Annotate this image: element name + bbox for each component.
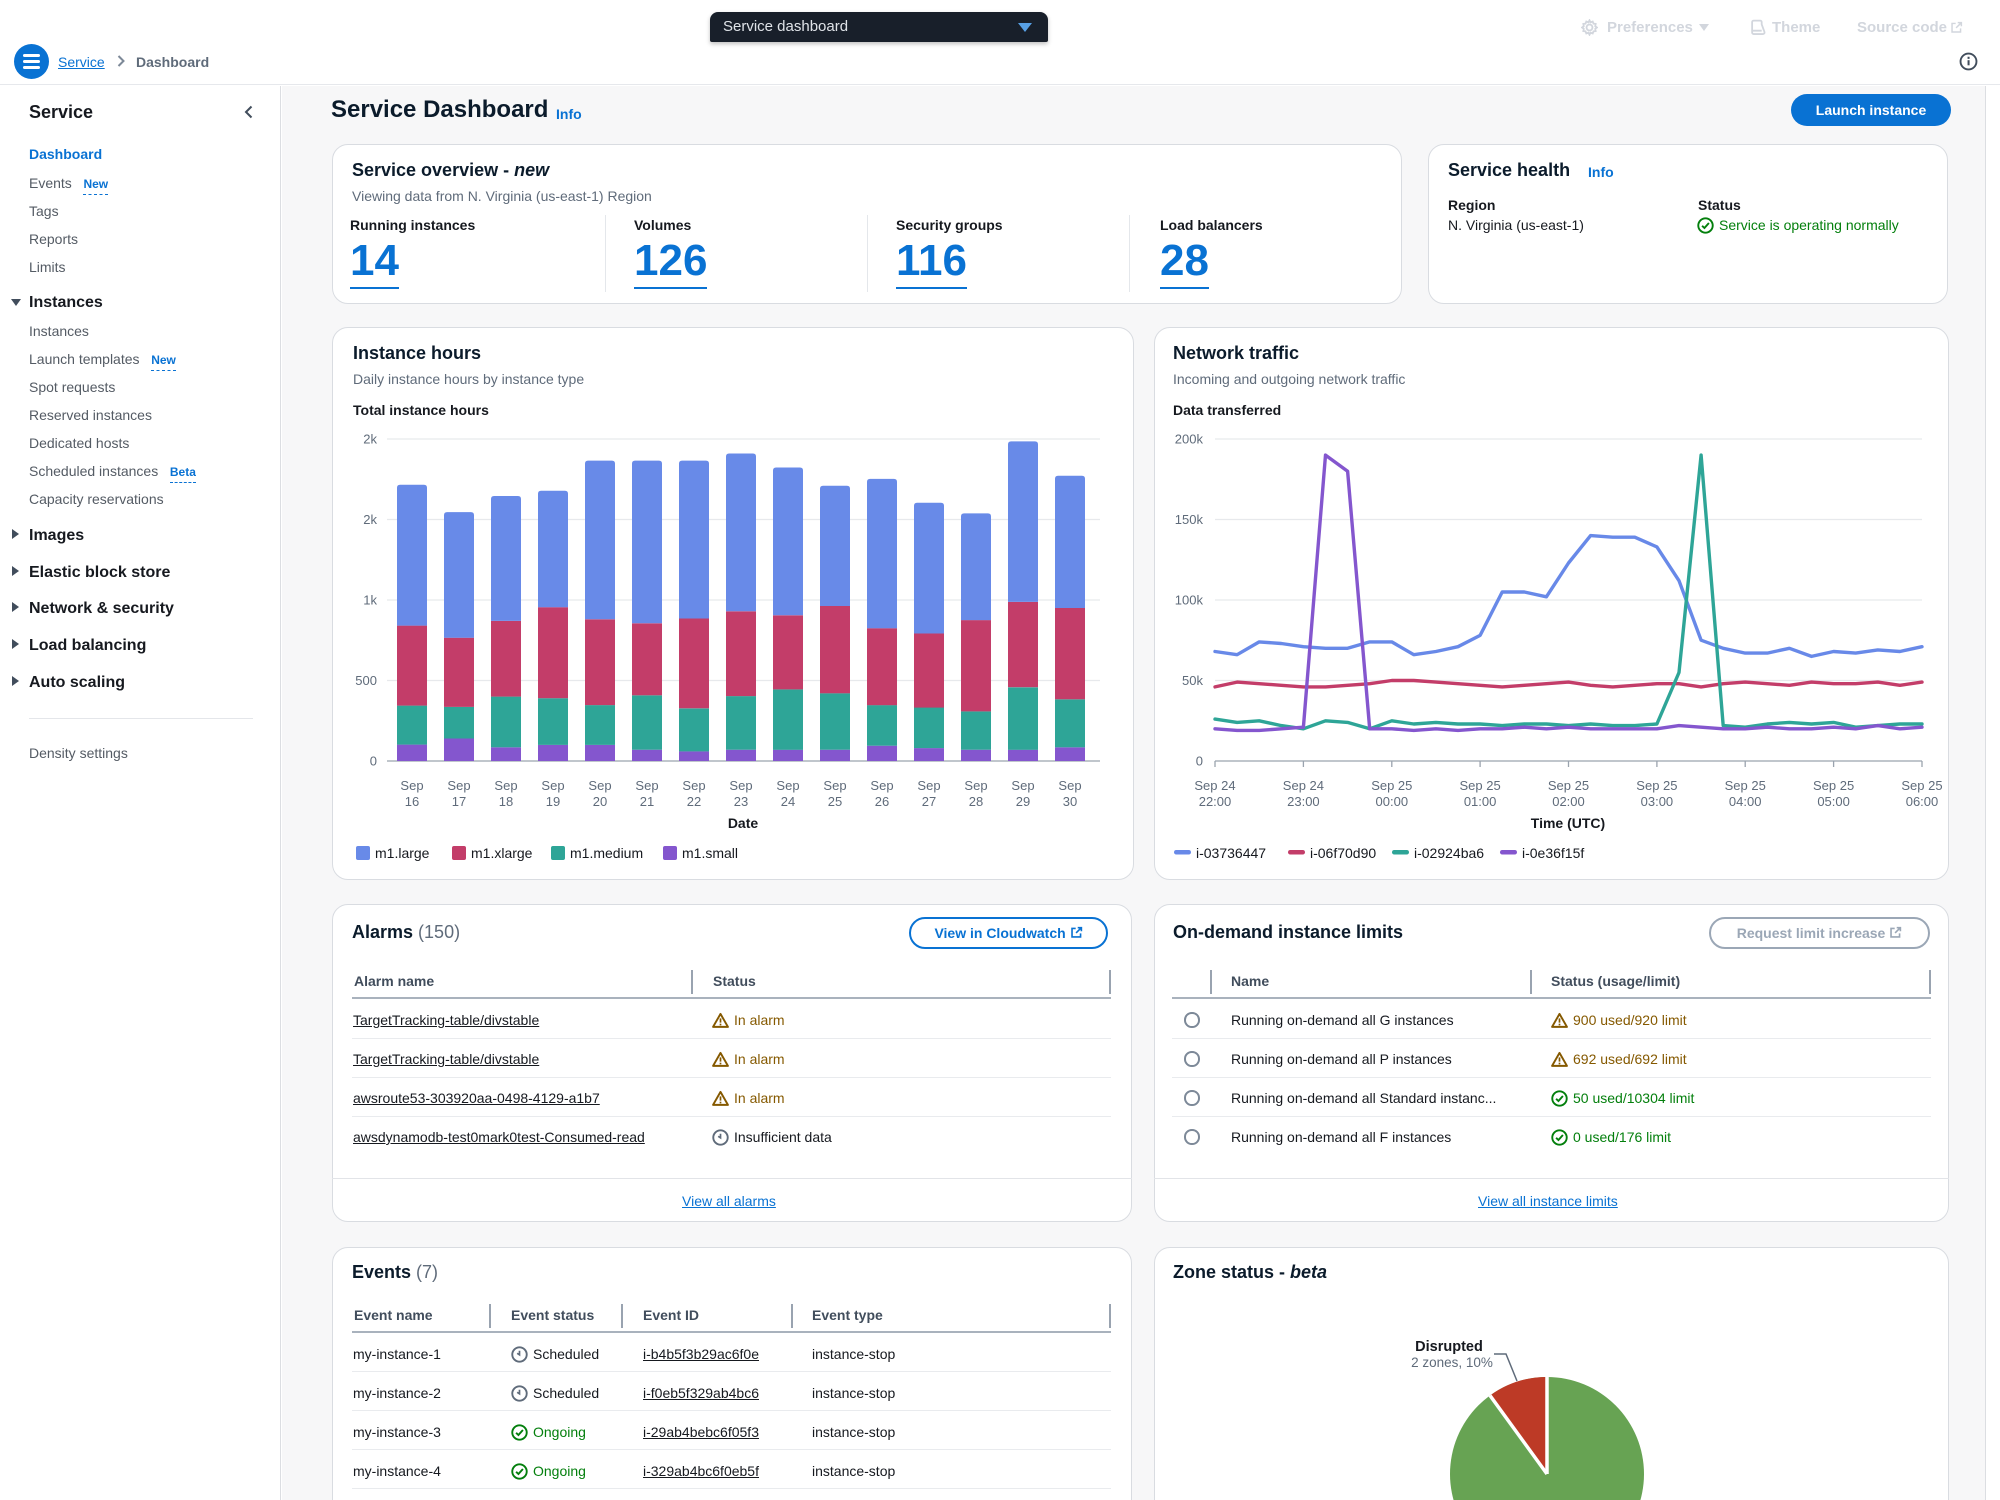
svg-text:Sep 25: Sep 25 [1901, 778, 1942, 793]
svg-text:m1.medium: m1.medium [570, 845, 643, 861]
svg-text:27: 27 [922, 794, 936, 809]
svg-text:06:00: 06:00 [1906, 794, 1939, 809]
svg-text:Sep 25: Sep 25 [1636, 778, 1677, 793]
svg-text:20: 20 [593, 794, 607, 809]
svg-text:Sep 25: Sep 25 [1459, 778, 1500, 793]
svg-text:0: 0 [370, 754, 377, 769]
svg-text:Sep: Sep [870, 778, 893, 793]
svg-text:Sep: Sep [635, 778, 658, 793]
svg-text:Sep: Sep [1011, 778, 1034, 793]
svg-text:Sep: Sep [494, 778, 517, 793]
svg-text:22: 22 [687, 794, 701, 809]
svg-text:30: 30 [1063, 794, 1077, 809]
svg-text:00:00: 00:00 [1376, 794, 1409, 809]
svg-text:i-0e36f15f: i-0e36f15f [1522, 845, 1584, 861]
svg-text:m1.small: m1.small [682, 845, 738, 861]
svg-text:2k: 2k [363, 512, 377, 527]
svg-text:Time (UTC): Time (UTC) [1531, 815, 1605, 831]
svg-text:25: 25 [828, 794, 842, 809]
svg-text:17: 17 [452, 794, 466, 809]
svg-text:24: 24 [781, 794, 795, 809]
svg-text:Sep: Sep [964, 778, 987, 793]
svg-text:Sep: Sep [541, 778, 564, 793]
svg-text:23:00: 23:00 [1287, 794, 1320, 809]
svg-text:i-02924ba6: i-02924ba6 [1414, 845, 1484, 861]
svg-text:200k: 200k [1175, 432, 1204, 447]
svg-text:2k: 2k [363, 432, 377, 447]
svg-text:Sep: Sep [917, 778, 940, 793]
svg-text:28: 28 [969, 794, 983, 809]
svg-text:500: 500 [355, 673, 377, 688]
svg-text:Sep: Sep [682, 778, 705, 793]
svg-text:Sep 25: Sep 25 [1725, 778, 1766, 793]
svg-text:21: 21 [640, 794, 654, 809]
svg-text:100k: 100k [1175, 593, 1204, 608]
svg-text:Sep: Sep [823, 778, 846, 793]
svg-text:m1.xlarge: m1.xlarge [471, 845, 533, 861]
svg-text:2 zones, 10%: 2 zones, 10% [1411, 1355, 1493, 1370]
svg-text:50k: 50k [1182, 673, 1203, 688]
svg-text:Sep: Sep [729, 778, 752, 793]
svg-text:Sep 25: Sep 25 [1813, 778, 1854, 793]
svg-text:23: 23 [734, 794, 748, 809]
svg-text:05:00: 05:00 [1817, 794, 1850, 809]
svg-text:26: 26 [875, 794, 889, 809]
svg-text:0: 0 [1196, 754, 1203, 769]
svg-text:Date: Date [728, 815, 759, 831]
svg-text:29: 29 [1016, 794, 1030, 809]
svg-text:03:00: 03:00 [1641, 794, 1674, 809]
svg-text:1k: 1k [363, 593, 377, 608]
svg-text:Sep: Sep [400, 778, 423, 793]
svg-text:Sep: Sep [447, 778, 470, 793]
svg-text:Sep 25: Sep 25 [1371, 778, 1412, 793]
svg-text:i-06f70d90: i-06f70d90 [1310, 845, 1376, 861]
svg-text:Sep 24: Sep 24 [1283, 778, 1324, 793]
svg-text:Disrupted: Disrupted [1415, 1339, 1483, 1355]
svg-text:Sep: Sep [588, 778, 611, 793]
svg-text:19: 19 [546, 794, 560, 809]
svg-text:22:00: 22:00 [1199, 794, 1232, 809]
svg-text:Sep: Sep [776, 778, 799, 793]
svg-text:150k: 150k [1175, 512, 1204, 527]
svg-text:Sep 24: Sep 24 [1194, 778, 1235, 793]
svg-text:04:00: 04:00 [1729, 794, 1762, 809]
svg-text:01:00: 01:00 [1464, 794, 1497, 809]
svg-text:02:00: 02:00 [1552, 794, 1585, 809]
svg-text:i-03736447: i-03736447 [1196, 845, 1266, 861]
svg-text:18: 18 [499, 794, 513, 809]
svg-text:Sep: Sep [1058, 778, 1081, 793]
svg-text:m1.large: m1.large [375, 845, 430, 861]
svg-text:16: 16 [405, 794, 419, 809]
svg-text:Sep 25: Sep 25 [1548, 778, 1589, 793]
